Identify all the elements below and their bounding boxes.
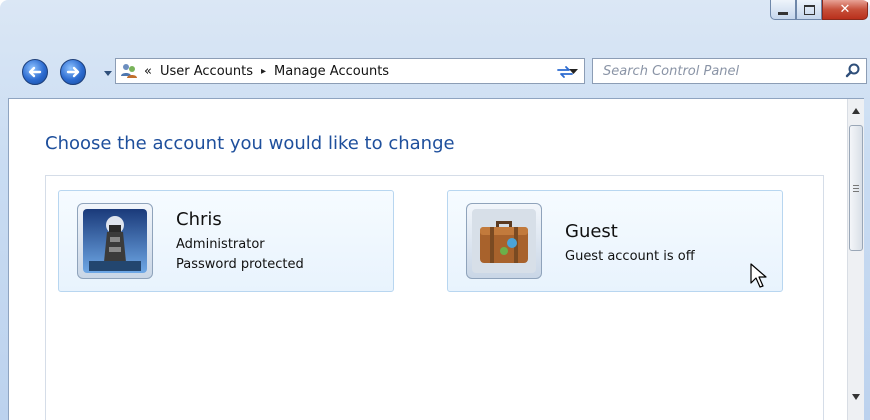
back-arrow-icon: [28, 66, 42, 78]
control-panel-window: ✕ « User Accounts ▸ Manage Accounts Sear…: [0, 0, 870, 420]
back-button[interactable]: [22, 59, 48, 85]
user-accounts-icon: [121, 64, 137, 78]
refresh-icon: [557, 66, 573, 78]
scroll-down-icon: [852, 394, 860, 400]
accounts-panel: Chris Administrator Password protected G…: [45, 175, 824, 420]
scroll-up-button[interactable]: [848, 103, 864, 119]
maximize-icon: [803, 4, 815, 15]
forward-button[interactable]: [60, 59, 86, 85]
account-name-guest: Guest: [565, 221, 618, 242]
account-status-chris: Password protected: [176, 257, 304, 272]
close-icon: ✕: [839, 2, 851, 17]
account-picture-chris: [77, 203, 153, 279]
vertical-scrollbar[interactable]: [847, 99, 864, 420]
account-name-chris: Chris: [176, 209, 222, 230]
close-button[interactable]: ✕: [822, 0, 868, 20]
account-tile-guest[interactable]: Guest Guest account is off: [447, 190, 783, 292]
search-box[interactable]: Search Control Panel: [592, 58, 867, 84]
refresh-button[interactable]: [547, 59, 583, 85]
maximize-button[interactable]: [796, 0, 822, 20]
breadcrumb-manage-accounts[interactable]: Manage Accounts: [274, 64, 389, 79]
scrollbar-grip-icon: [853, 184, 859, 192]
page-heading: Choose the account you would like to cha…: [45, 133, 455, 154]
scrollbar-thumb[interactable]: [849, 125, 863, 251]
account-picture-guest: [466, 203, 542, 279]
mouse-pointer-icon: [750, 263, 767, 288]
account-tile-chris[interactable]: Chris Administrator Password protected: [58, 190, 394, 292]
lighthouse-picture: [83, 209, 147, 273]
scroll-up-icon: [852, 108, 860, 114]
forward-arrow-icon: [66, 66, 80, 78]
suitcase-picture: [472, 209, 536, 273]
recent-pages-dropdown[interactable]: [103, 68, 113, 78]
breadcrumb-separator[interactable]: ▸: [261, 66, 266, 77]
content-pane: Choose the account you would like to cha…: [8, 98, 864, 420]
title-bar: ✕: [0, 0, 870, 48]
breadcrumb-overflow[interactable]: «: [144, 64, 152, 79]
search-placeholder: Search Control Panel: [603, 63, 740, 79]
caption-buttons: ✕: [770, 0, 868, 24]
account-status-guest: Guest account is off: [565, 249, 695, 264]
account-type-chris: Administrator: [176, 237, 265, 252]
scroll-down-button[interactable]: [848, 389, 864, 405]
address-bar[interactable]: « User Accounts ▸ Manage Accounts: [115, 58, 585, 84]
navigation-bar: « User Accounts ▸ Manage Accounts Search…: [0, 54, 870, 90]
breadcrumb-user-accounts[interactable]: User Accounts: [160, 64, 253, 79]
minimize-icon: [778, 11, 788, 15]
search-icon[interactable]: [844, 62, 862, 80]
minimize-button[interactable]: [770, 0, 796, 20]
